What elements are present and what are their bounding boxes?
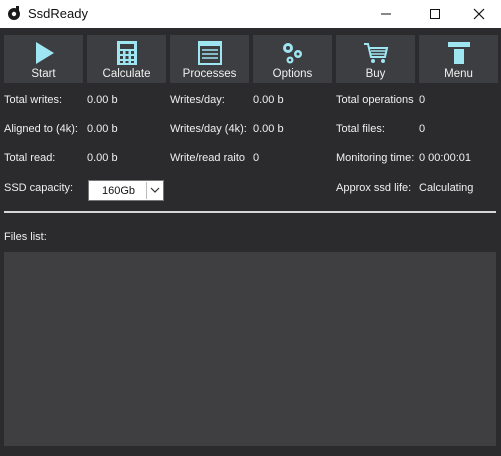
title-bar: SsdReady (0, 0, 501, 28)
writes-day-4k-value: 0.00 b (253, 123, 284, 135)
maximize-button[interactable] (412, 0, 458, 28)
select-divider (146, 182, 147, 199)
monitoring-label: Monitoring time: (336, 152, 415, 164)
files-list-label: Files list: (4, 231, 47, 243)
writes-day-value: 0.00 b (253, 94, 284, 106)
total-files-value: 0 (419, 123, 426, 135)
buy-button[interactable]: Buy (336, 35, 415, 83)
total-files-label: Total files: (336, 123, 385, 135)
menu-layout-icon (447, 42, 470, 64)
app-logo-icon (8, 6, 20, 20)
aligned-value: 0.00 b (87, 123, 118, 135)
total-read-label: Total read: (4, 152, 56, 164)
start-label: Start (31, 68, 56, 80)
menu-label: Menu (444, 68, 473, 80)
aligned-label: Aligned to (4k): (4, 123, 78, 135)
ssd-life-label: Approx ssd life: (336, 182, 412, 194)
close-button[interactable] (456, 0, 501, 28)
menu-button[interactable]: Menu (419, 35, 498, 83)
total-ops-value: 0 (419, 94, 426, 106)
writes-day-label: Writes/day: (170, 94, 225, 106)
calculate-button[interactable]: Calculate (87, 35, 166, 83)
close-icon (473, 8, 485, 20)
rw-ratio-label: Write/read raito (170, 152, 245, 164)
list-window-icon (197, 41, 222, 65)
writes-day-4k-label: Writes/day (4k): (170, 123, 247, 135)
window-title: SsdReady (28, 6, 88, 21)
ssd-capacity-label: SSD capacity: (4, 182, 74, 194)
processes-label: Processes (182, 68, 237, 80)
ssd-life-value: Calculating (419, 182, 474, 194)
options-label: Options (272, 68, 313, 80)
total-writes-value: 0.00 b (87, 94, 118, 106)
play-icon (35, 42, 54, 64)
total-read-value: 0.00 b (87, 152, 118, 164)
shopping-cart-icon (363, 43, 388, 63)
minimize-button[interactable] (363, 0, 409, 28)
start-button[interactable]: Start (4, 35, 83, 83)
rw-ratio-value: 0 (253, 152, 260, 164)
total-ops-label: Total operations (336, 94, 414, 106)
minimize-icon (381, 13, 391, 15)
ssd-capacity-select[interactable]: 160Gb (88, 180, 164, 201)
gears-icon (282, 43, 302, 64)
options-button[interactable]: Options (253, 35, 332, 83)
monitoring-value: 0 00:00:01 (419, 152, 471, 164)
maximize-icon (430, 9, 440, 19)
processes-button[interactable]: Processes (170, 35, 249, 83)
files-list[interactable] (4, 252, 496, 446)
ssd-capacity-value: 160Gb (102, 185, 136, 197)
calculator-icon (116, 41, 137, 65)
total-writes-label: Total writes: (4, 94, 63, 106)
buy-label: Buy (365, 68, 386, 80)
chevron-down-icon (150, 187, 160, 193)
calculate-label: Calculate (102, 68, 151, 80)
section-divider (4, 211, 496, 213)
